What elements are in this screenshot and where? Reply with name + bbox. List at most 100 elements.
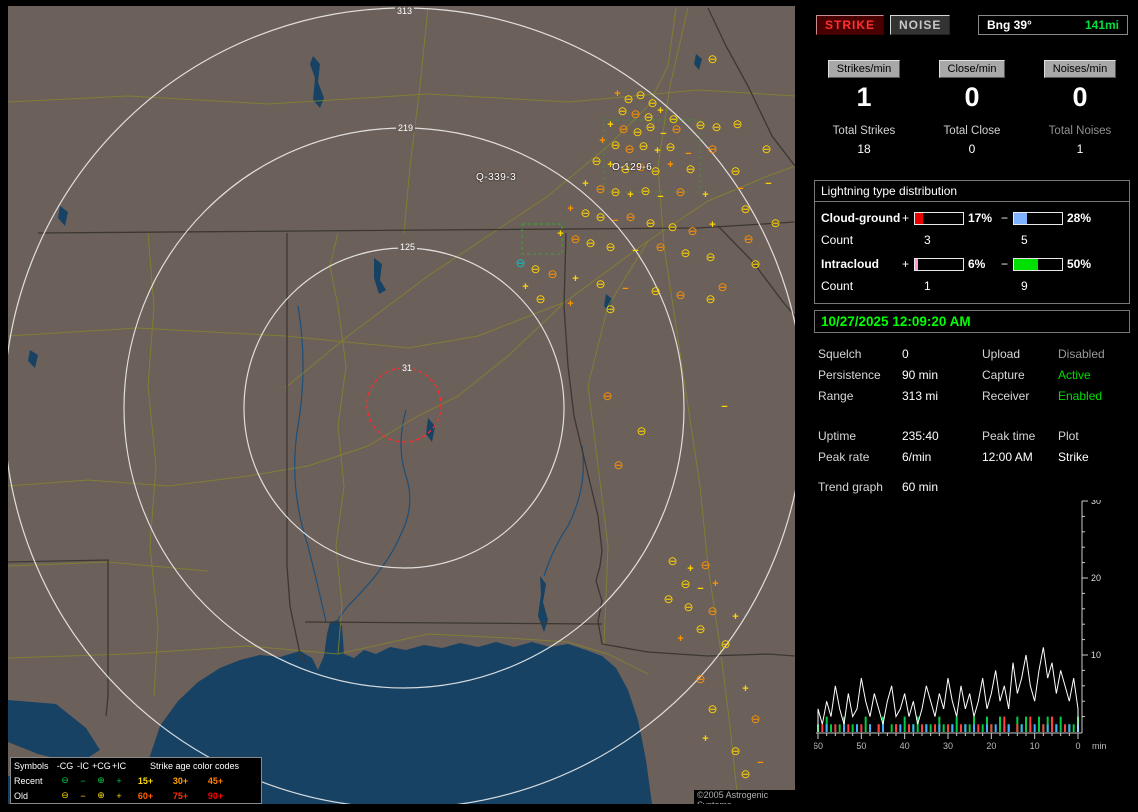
- peak-time-label: Peak time: [982, 429, 1036, 443]
- cloud-ground-count-row: Count 3 5: [815, 233, 1129, 247]
- legend-symbols-title: Symbols: [14, 760, 49, 771]
- receiver-label: Receiver: [982, 389, 1030, 403]
- lightning-distribution-section: Lightning type distribution Cloud-ground…: [814, 180, 1130, 304]
- ring-label-125: 125: [398, 242, 418, 252]
- trend-graph-row: Trend graph 60 min: [810, 480, 1134, 494]
- upload-label: Upload: [982, 347, 1021, 361]
- cloud-ground-row: Cloud-ground + 17% − 28%: [815, 211, 1129, 225]
- svg-text:50: 50: [856, 741, 866, 751]
- age-code: 60+: [137, 790, 154, 801]
- persistence-value: 90 min: [902, 368, 939, 382]
- ring-label-313: 313: [395, 6, 415, 16]
- trend-graph-label: Trend graph: [818, 480, 883, 494]
- strike-mode-button[interactable]: STRIKE: [816, 15, 885, 35]
- total-strikes-label: Total Strikes: [832, 125, 896, 137]
- ring-label-219: 219: [396, 123, 416, 133]
- squelch-label: Squelch: [818, 347, 862, 361]
- neg-cg-icon: ⊖: [61, 790, 69, 800]
- neg-ic-icon: −: [80, 775, 86, 786]
- plot-value: Strike: [1058, 450, 1089, 464]
- strikes-per-min-value: 1: [856, 82, 872, 112]
- pos-ic-icon: +: [116, 775, 122, 786]
- svg-text:0: 0: [1075, 741, 1080, 751]
- svg-text:30: 30: [1091, 500, 1101, 506]
- strikes-per-min-chip[interactable]: Strikes/min: [827, 60, 901, 78]
- noises-per-min-value: 0: [1072, 82, 1088, 112]
- datetime-display: 10/27/2025 12:09:20 AM: [814, 310, 1130, 333]
- persistence-label: Persistence: [818, 368, 881, 382]
- ring-label-31: 31: [400, 363, 415, 373]
- storm-cell-label: O-129-6: [612, 162, 653, 173]
- plus-sign: +: [902, 257, 910, 271]
- legend-age-title: Strike age color codes: [149, 760, 240, 771]
- rate-values-row: 1 0 0: [810, 82, 1134, 113]
- svg-text:min: min: [1092, 741, 1107, 751]
- status-panel: STRIKE NOISE Bng 39° 141mi Strikes/min C…: [810, 6, 1134, 806]
- plus-sign: +: [902, 211, 910, 225]
- range-value: 313 mi: [902, 389, 939, 403]
- cg-minus-pct: 28%: [1067, 211, 1092, 225]
- cg-minus-count: 5: [1021, 233, 1028, 247]
- legend-old-label: Old: [14, 790, 29, 801]
- cg-plus-count: 3: [924, 233, 931, 247]
- settings-grid: Squelch 0 Upload Disabled Persistence 90…: [810, 347, 1134, 403]
- svg-text:40: 40: [900, 741, 910, 751]
- bearing-panel: Bng 39° 141mi: [978, 15, 1128, 35]
- intracloud-label: Intracloud: [821, 257, 880, 271]
- upload-status: Disabled: [1058, 347, 1105, 361]
- storm-cell-label: Q-339-3: [476, 172, 517, 183]
- uptime-label: Uptime: [818, 429, 857, 443]
- legend-col-nic: -IC: [77, 760, 89, 771]
- count-label: Count: [821, 233, 854, 247]
- totals-row: Total Strikes 18 Total Close 0 Total Noi…: [810, 125, 1134, 156]
- rate-chips-row: Strikes/min Close/min Noises/min: [810, 60, 1134, 78]
- age-code: 75+: [172, 790, 189, 801]
- age-code: 90+: [207, 790, 224, 801]
- age-code: 15+: [137, 775, 154, 786]
- trend-graph-chart: 10 20 30 60 50 40 30 20 10 0 min: [814, 500, 1107, 751]
- map-legend: Symbols -CG -IC +CG +IC Strike age color…: [10, 757, 262, 804]
- ic-plus-bar: [914, 257, 964, 271]
- peak-rate-value: 6/min: [902, 450, 932, 464]
- distribution-title: Lightning type distribution: [815, 181, 1129, 202]
- ic-minus-bar: [1013, 257, 1063, 271]
- pos-cg-icon: ⊕: [97, 775, 105, 785]
- ic-plus-pct: 6%: [968, 257, 986, 271]
- noise-mode-button[interactable]: NOISE: [890, 15, 951, 35]
- legend-col-pcg: +CG: [92, 760, 111, 771]
- intracloud-row: Intracloud + 6% − 50%: [815, 257, 1129, 271]
- peak-rate-label: Peak rate: [818, 450, 870, 464]
- close-alarm-ring: [366, 367, 442, 443]
- rivers: [294, 305, 584, 623]
- noises-per-min-chip[interactable]: Noises/min: [1043, 60, 1117, 78]
- ic-minus-count: 9: [1021, 279, 1028, 293]
- svg-text:60: 60: [814, 741, 823, 751]
- svg-text:10: 10: [1030, 741, 1040, 751]
- state-borders: [8, 7, 795, 717]
- cloud-ground-label: Cloud-ground: [821, 211, 901, 225]
- neg-ic-icon: −: [80, 790, 86, 801]
- range-label: Range: [818, 389, 854, 403]
- svg-text:20: 20: [986, 741, 996, 751]
- mode-toolbar: STRIKE NOISE Bng 39° 141mi: [810, 14, 1134, 36]
- peak-time-value: 12:00 AM: [982, 450, 1033, 464]
- legend-recent-row: Recent ⊖ − ⊕ + 15+ 30+ 45+: [11, 773, 261, 788]
- close-per-min-value: 0: [964, 82, 980, 112]
- distance-value: 141mi: [1084, 18, 1119, 32]
- neg-cg-icon: ⊖: [61, 775, 69, 785]
- legend-header-row: Symbols -CG -IC +CG +IC Strike age color…: [11, 758, 261, 773]
- legend-col-pic: +IC: [111, 760, 127, 771]
- app-window: { "map": { "ring_labels": ["313", "219",…: [0, 0, 1138, 812]
- storm-cell-boxes: [521, 119, 701, 255]
- intracloud-count-row: Count 1 9: [815, 279, 1129, 293]
- count-label: Count: [821, 279, 854, 293]
- trend-graph-panel: 10 20 30 60 50 40 30 20 10 0 min: [814, 500, 1134, 756]
- lightning-map[interactable]: 313 219 125 31 Q-339-3 O-129-6 + ⊖ ⊖ ⊖ ⊖ ⊖ ⊖ + ⊖…: [8, 6, 795, 804]
- cg-plus-pct: 17%: [968, 211, 993, 225]
- ic-minus-pct: 50%: [1067, 257, 1092, 271]
- close-per-min-chip[interactable]: Close/min: [938, 60, 1006, 78]
- cg-minus-bar: [1013, 211, 1063, 225]
- legend-recent-label: Recent: [14, 775, 43, 786]
- total-noises-label: Total Noises: [1048, 125, 1112, 137]
- pos-cg-icon: ⊕: [97, 790, 105, 800]
